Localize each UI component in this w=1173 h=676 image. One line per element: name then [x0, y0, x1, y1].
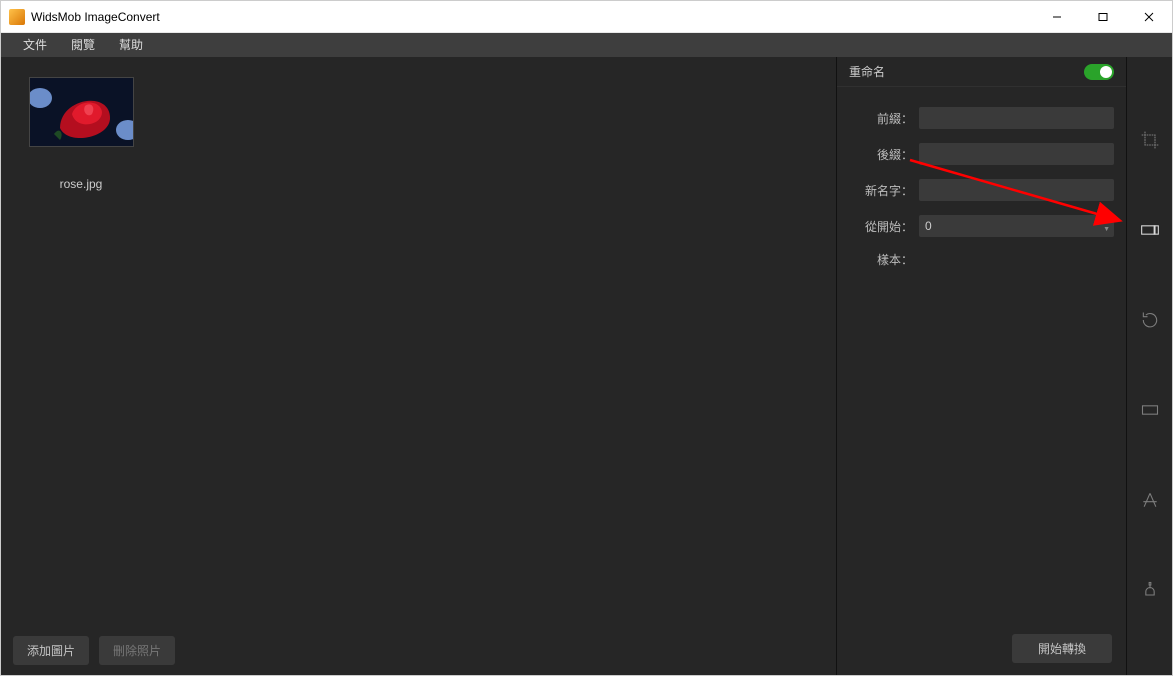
- titlebar: WidsMob ImageConvert: [1, 1, 1172, 33]
- thumbnail-list: rose.jpg: [1, 57, 836, 625]
- menubar: 文件 閱覽 幫助: [1, 33, 1172, 57]
- thumbnail-image: [29, 77, 134, 147]
- startfrom-label: 從開始：: [849, 218, 919, 235]
- app-icon: [9, 9, 25, 25]
- thumbnail-filename: rose.jpg: [21, 177, 141, 191]
- newname-label: 新名字：: [849, 182, 919, 199]
- list-item[interactable]: rose.jpg: [21, 77, 141, 191]
- delete-image-button[interactable]: 刪除照片: [99, 636, 175, 665]
- image-watermark-icon[interactable]: [1127, 567, 1173, 613]
- menu-view[interactable]: 閱覽: [59, 33, 107, 57]
- close-button[interactable]: [1126, 1, 1172, 33]
- rename-icon[interactable]: [1127, 207, 1173, 253]
- newname-input[interactable]: [919, 179, 1114, 201]
- text-watermark-icon[interactable]: [1127, 477, 1173, 523]
- stepper-arrows-icon[interactable]: ▲▼: [1103, 215, 1110, 237]
- rotate-icon[interactable]: [1127, 297, 1173, 343]
- window-title: WidsMob ImageConvert: [31, 10, 160, 24]
- start-convert-button[interactable]: 開始轉換: [1012, 634, 1112, 663]
- rename-panel: 重命名 前綴： 後綴： 新名字： 從開始：: [836, 57, 1126, 675]
- tool-rail: [1126, 57, 1172, 675]
- prefix-label: 前綴：: [849, 110, 919, 127]
- prefix-input[interactable]: [919, 107, 1114, 129]
- panel-title: 重命名: [849, 63, 1084, 80]
- add-image-button[interactable]: 添加圖片: [13, 636, 89, 665]
- suffix-input[interactable]: [919, 143, 1114, 165]
- suffix-label: 後綴：: [849, 146, 919, 163]
- canvas-area: rose.jpg 添加圖片 刪除照片: [1, 57, 836, 675]
- sample-label: 樣本：: [849, 251, 919, 268]
- menu-help[interactable]: 幫助: [107, 33, 155, 57]
- border-icon[interactable]: [1127, 387, 1173, 433]
- startfrom-input[interactable]: [919, 215, 1114, 237]
- crop-icon[interactable]: [1127, 117, 1173, 163]
- rename-toggle[interactable]: [1084, 64, 1114, 80]
- bottom-bar: 添加圖片 刪除照片: [1, 625, 836, 675]
- maximize-button[interactable]: [1080, 1, 1126, 33]
- menu-file[interactable]: 文件: [11, 33, 59, 57]
- minimize-button[interactable]: [1034, 1, 1080, 33]
